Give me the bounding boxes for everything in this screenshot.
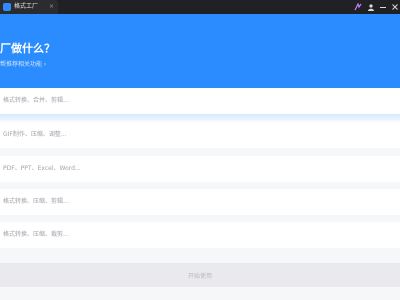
feature-row-audio[interactable]: 格式转换、压缩、剪辑... xyxy=(0,189,400,215)
hero-banner: 厂做什么？ 帮推荐相关功能 › xyxy=(0,14,400,88)
feature-row-video[interactable]: 格式转换、合并、剪辑... xyxy=(0,88,400,114)
start-using-button[interactable]: 开始使用 xyxy=(0,263,400,287)
feature-description: 格式转换、合并、剪辑... xyxy=(3,97,69,104)
feature-description: 格式转换、压缩、裁剪... xyxy=(3,231,69,238)
feature-description: GIF制作、压缩、调整... xyxy=(3,131,67,138)
tab-format-factory[interactable]: 格式工厂 × xyxy=(0,0,58,14)
divider xyxy=(0,114,400,120)
hero-subtitle-link[interactable]: 帮推荐相关功能 › xyxy=(0,60,46,70)
tab-label: 格式工厂 xyxy=(14,3,39,10)
feature-description: 格式转换、压缩、剪辑... xyxy=(3,198,69,205)
minimize-icon[interactable] xyxy=(378,2,388,12)
close-icon[interactable] xyxy=(390,2,400,12)
tab-close-button[interactable]: × xyxy=(49,2,54,12)
user-icon[interactable] xyxy=(366,2,376,12)
brand-icon[interactable] xyxy=(353,2,363,12)
feature-row-document[interactable]: PDF、PPT、Excel、Word... xyxy=(0,156,400,182)
app-icon xyxy=(3,3,11,11)
start-button-label: 开始使用 xyxy=(187,272,212,280)
feature-row-photo[interactable]: 格式转换、压缩、裁剪... xyxy=(0,222,400,248)
window-titlebar: 格式工厂 × xyxy=(0,0,400,14)
hero-title: 厂做什么？ xyxy=(0,42,55,55)
feature-description: PDF、PPT、Excel、Word... xyxy=(3,165,81,172)
feature-row-image[interactable]: GIF制作、压缩、调整... xyxy=(0,122,400,148)
